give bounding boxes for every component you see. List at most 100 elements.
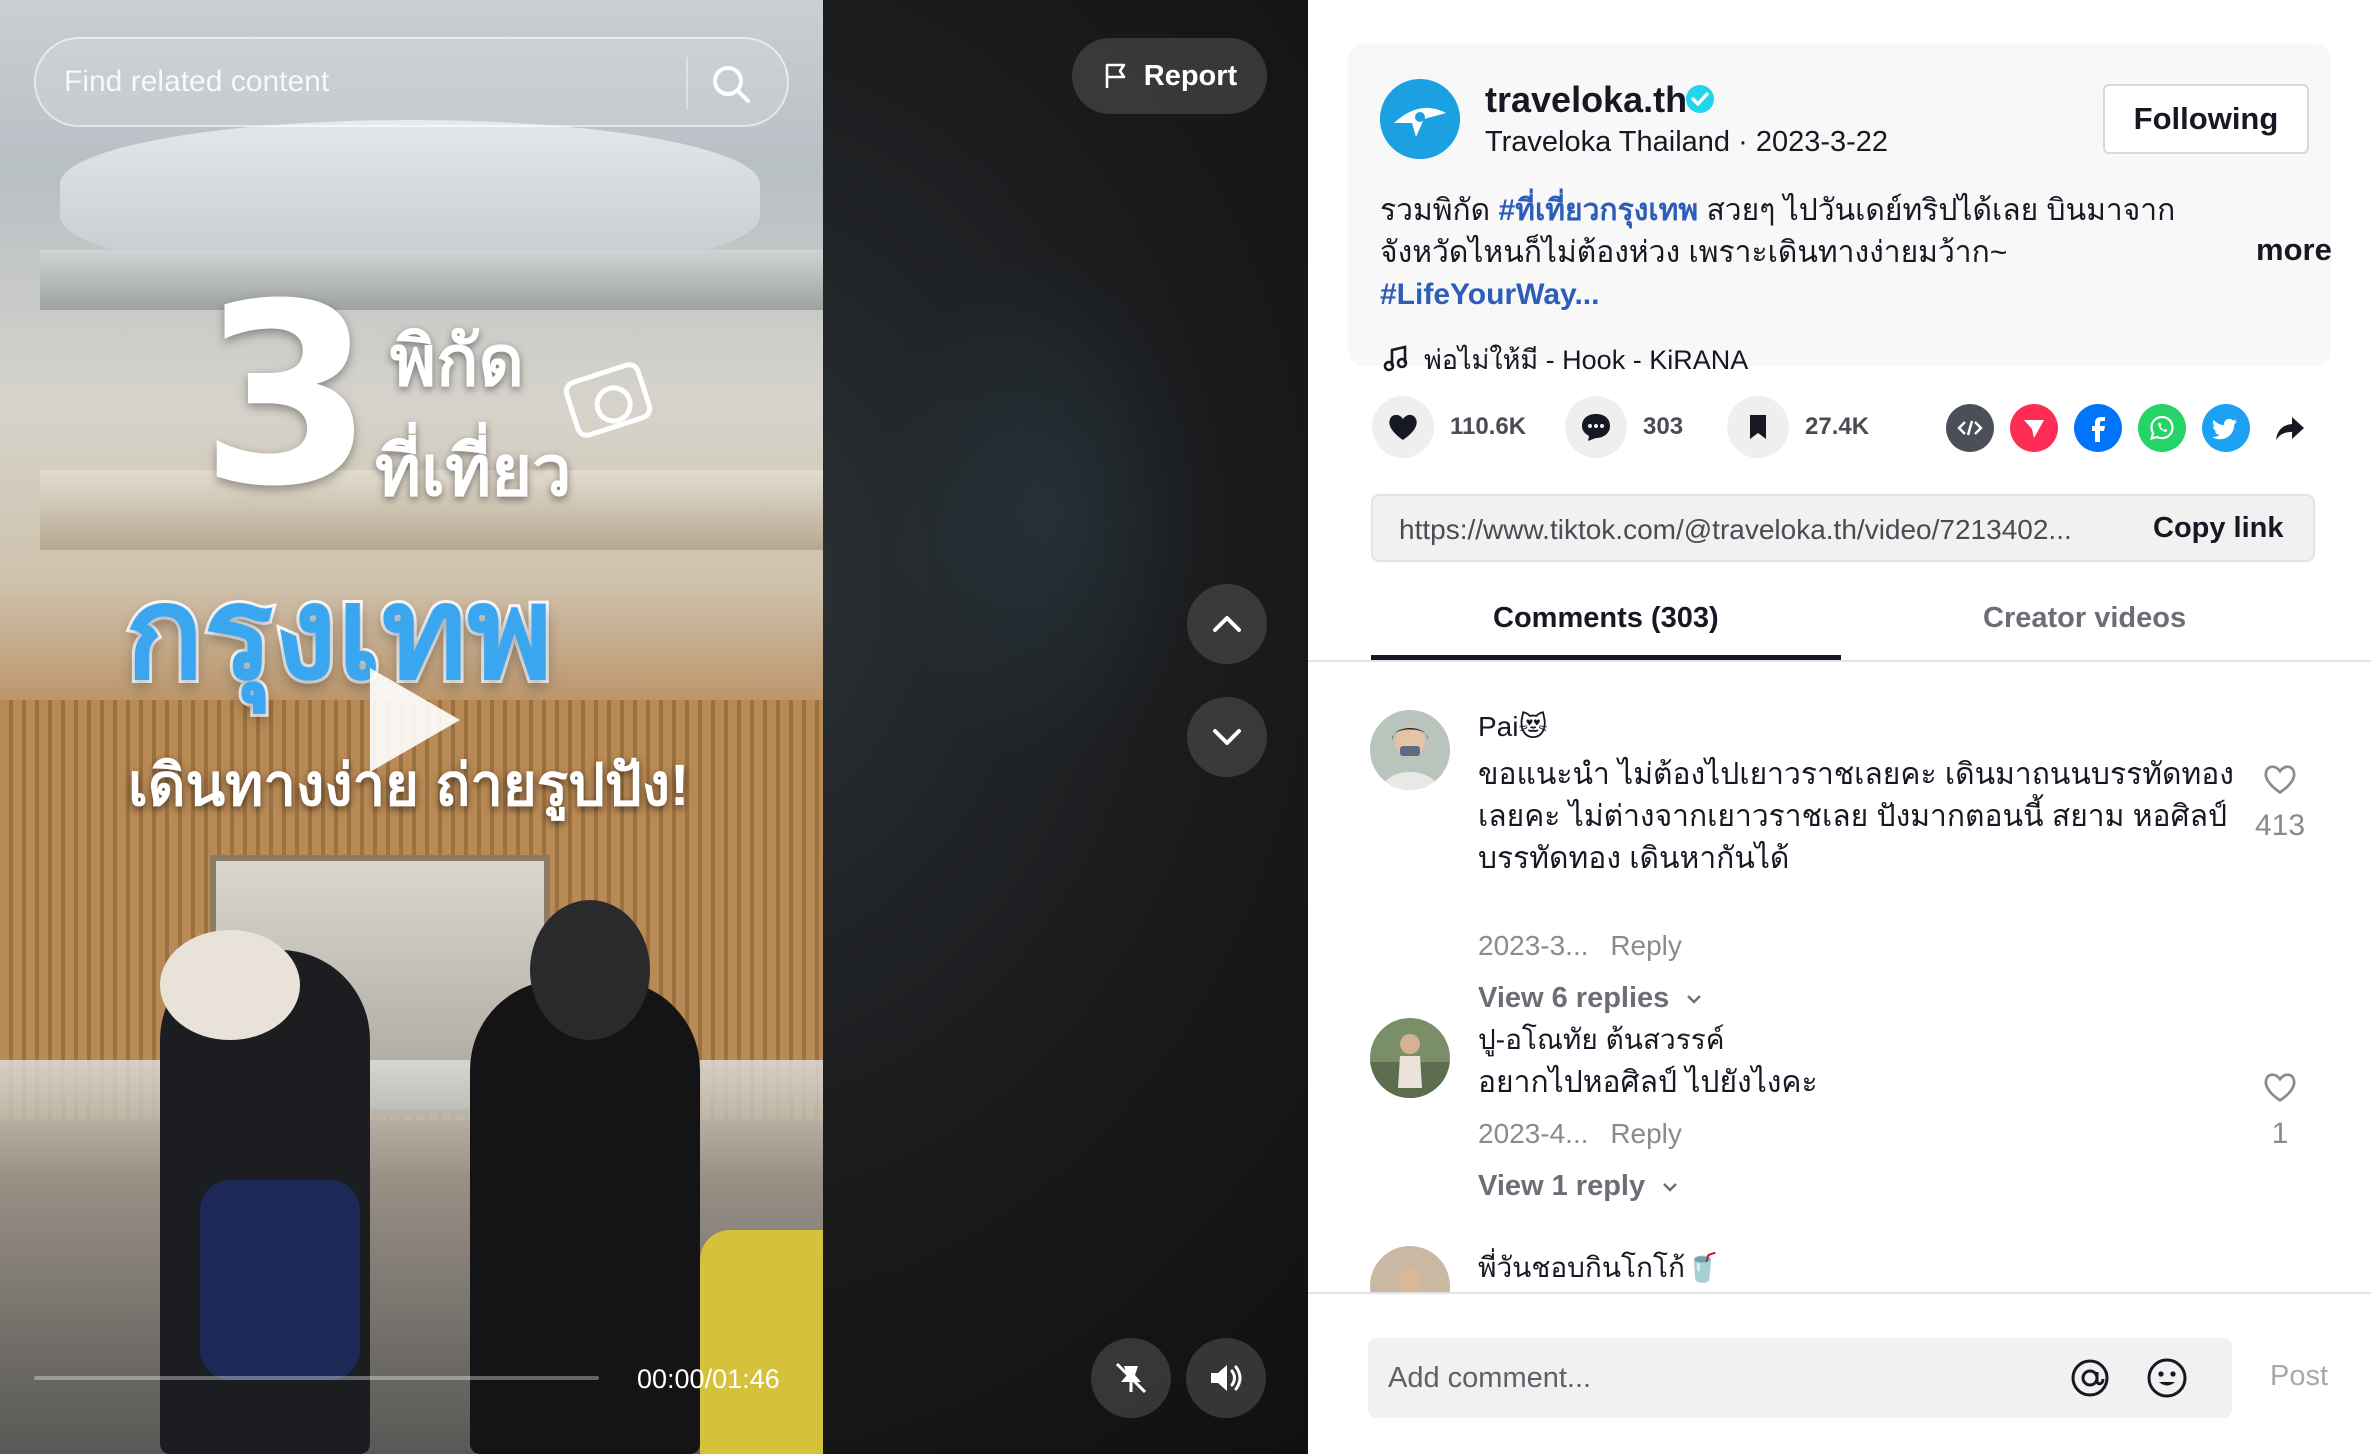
- reply-button[interactable]: Reply: [1610, 1118, 1682, 1149]
- view-replies-button[interactable]: View 6 replies: [1478, 982, 1705, 1015]
- report-label: Report: [1143, 59, 1238, 92]
- like-action[interactable]: 110.6K: [1372, 396, 1526, 458]
- caption-more-button[interactable]: more: [2256, 232, 2332, 268]
- verified-badge-icon: [1686, 85, 1714, 113]
- twitter-bird-icon: [2212, 418, 2237, 440]
- heart-outline-icon: [2264, 1073, 2296, 1103]
- search-icon[interactable]: [708, 61, 754, 107]
- search-input[interactable]: [64, 39, 684, 125]
- creator-handle[interactable]: traveloka.th: [1485, 79, 1687, 121]
- share-arrow-icon: [2276, 417, 2304, 440]
- comment-text: ขอแนะนำ ไม่ต้องไปเยาวราชเลยคะ เดินมาถนนบ…: [1478, 758, 2234, 875]
- facebook-share-button[interactable]: [2074, 404, 2122, 452]
- comment-meta: 2023-3... Reply: [1478, 930, 1682, 962]
- comment-input-wrapper[interactable]: [1368, 1338, 2232, 1418]
- blurred-backdrop: [880, 250, 1210, 770]
- volume-icon: [1211, 1365, 1242, 1391]
- floating-player-button[interactable]: [1091, 1338, 1171, 1418]
- heart-outline-icon: [2264, 765, 2296, 795]
- comment-like-button[interactable]: 413: [2250, 760, 2310, 843]
- view-replies-label: View 6 replies: [1478, 982, 1670, 1014]
- comment-bubble-icon: [1582, 414, 1610, 441]
- video-scene-balcony: [40, 250, 823, 310]
- chevron-up-icon: [1213, 616, 1241, 632]
- emoji-icon[interactable]: [2145, 1356, 2189, 1400]
- user-photo-icon: [1370, 710, 1450, 790]
- video-frame[interactable]: 3 พิกัด ที่เที่ยว กรุงเทพ เดินทางง่าย ถ่…: [0, 0, 823, 1454]
- code-embed-icon: [1957, 420, 1983, 436]
- report-button[interactable]: Report: [1072, 38, 1267, 114]
- video-scene-person-hat: [160, 930, 300, 1040]
- play-icon[interactable]: [370, 668, 460, 772]
- twitter-share-button[interactable]: [2202, 404, 2250, 452]
- related-search-box[interactable]: [34, 37, 789, 127]
- tab-comments[interactable]: Comments (303): [1493, 602, 1719, 635]
- meta-separator: ·: [1730, 126, 1756, 158]
- user-photo-icon: [1370, 1246, 1450, 1292]
- reply-button[interactable]: Reply: [1610, 930, 1682, 961]
- previous-video-button[interactable]: [1187, 584, 1267, 664]
- music-title[interactable]: พ่อไม่ให้มี - Hook - KiRANA: [1424, 338, 1748, 381]
- like-button[interactable]: [1372, 396, 1434, 458]
- share-link-text[interactable]: https://www.tiktok.com/@traveloka.th/vid…: [1399, 514, 2107, 546]
- comment-date: 2023-3...: [1478, 930, 1589, 961]
- copy-link-button[interactable]: Copy link: [2153, 512, 2284, 545]
- hashtag-link[interactable]: #LifeYourWay...: [1380, 278, 1599, 311]
- comment-composer: Post: [1308, 1292, 2371, 1454]
- comment-like-count: 1: [2271, 1117, 2289, 1150]
- avatar[interactable]: [1370, 710, 1450, 790]
- creator-card: traveloka.th Traveloka Thailand · 2023-3…: [1348, 44, 2332, 375]
- comment-author[interactable]: Pai😻: [1478, 710, 1548, 743]
- view-replies-button[interactable]: View 1 reply: [1478, 1170, 1681, 1203]
- comment-button[interactable]: [1565, 396, 1627, 458]
- bookmark-action[interactable]: 27.4K: [1727, 396, 1869, 458]
- next-video-button[interactable]: [1187, 697, 1267, 777]
- comment-author[interactable]: พี่วันชอบกินโกโก้🥤: [1478, 1246, 1720, 1290]
- pin-off-icon: [1115, 1362, 1147, 1394]
- video-scene-yellow-object: [700, 1230, 823, 1454]
- chevron-down-icon: [1687, 995, 1702, 1005]
- comment-list[interactable]: Pai😻 ขอแนะนำ ไม่ต้องไปเยาวราชเลยคะ เดินม…: [1308, 664, 2371, 1292]
- post-comment-button[interactable]: Post: [2270, 1360, 2328, 1393]
- post-date: 2023-3-22: [1755, 126, 1889, 158]
- video-overlay-title: กรุงเทพ: [122, 557, 556, 709]
- comment-count: 303: [1643, 413, 1684, 440]
- mention-icon[interactable]: [2068, 1356, 2112, 1400]
- volume-button[interactable]: [1186, 1338, 1266, 1418]
- comment-like-button[interactable]: 1: [2250, 1068, 2310, 1151]
- camera-doodle-icon: [560, 359, 656, 441]
- comment-author[interactable]: ปู-อโณทัย ต้นสวรรค์: [1478, 1018, 1725, 1062]
- paper-plane-icon: [2024, 420, 2044, 438]
- video-progress-bar[interactable]: [34, 1376, 599, 1380]
- more-share-button[interactable]: [2266, 404, 2314, 452]
- avatar[interactable]: [1370, 1246, 1450, 1292]
- bookmark-button[interactable]: [1727, 396, 1789, 458]
- video-scene-person-head: [530, 900, 650, 1040]
- tab-bar: Comments (303) Creator videos: [1308, 580, 2371, 662]
- avatar[interactable]: [1370, 1018, 1450, 1098]
- video-player-area: 3 พิกัด ที่เที่ยว กรุงเทพ เดินทางง่าย ถ่…: [0, 0, 1308, 1454]
- traveloka-logo-icon: [1380, 79, 1460, 159]
- video-overlay-number: 3: [200, 250, 374, 541]
- video-overlay-text: ที่เที่ยว: [375, 432, 572, 510]
- creator-name: Traveloka Thailand: [1485, 126, 1731, 158]
- video-time: 00:00/01:46: [637, 1364, 780, 1394]
- comment-text: อยากไปหอศิลป์ ไปยังไงคะ: [1478, 1066, 1818, 1099]
- caption-text: รวมพิกัด: [1380, 194, 1499, 227]
- tab-creator-videos[interactable]: Creator videos: [1983, 602, 2186, 635]
- hashtag-link[interactable]: #ที่เที่ยวกรุงเทพ: [1499, 194, 1699, 227]
- comment-action[interactable]: 303: [1565, 396, 1683, 458]
- comment-input[interactable]: [1388, 1338, 2028, 1418]
- view-replies-label: View 1 reply: [1478, 1170, 1646, 1202]
- video-overlay-text: พิกัด: [390, 322, 524, 400]
- embed-button[interactable]: [1946, 404, 1994, 452]
- creator-subtitle: Traveloka Thailand · 2023-3-22: [1485, 126, 1888, 159]
- whatsapp-share-button[interactable]: [2138, 404, 2186, 452]
- flag-icon: [1105, 63, 1126, 88]
- bookmark-icon: [1750, 415, 1766, 439]
- search-divider: [686, 57, 688, 109]
- following-button[interactable]: Following: [2103, 84, 2309, 154]
- avatar[interactable]: [1380, 79, 1460, 159]
- send-to-friends-button[interactable]: [2010, 404, 2058, 452]
- comment-date: 2023-4...: [1478, 1118, 1589, 1149]
